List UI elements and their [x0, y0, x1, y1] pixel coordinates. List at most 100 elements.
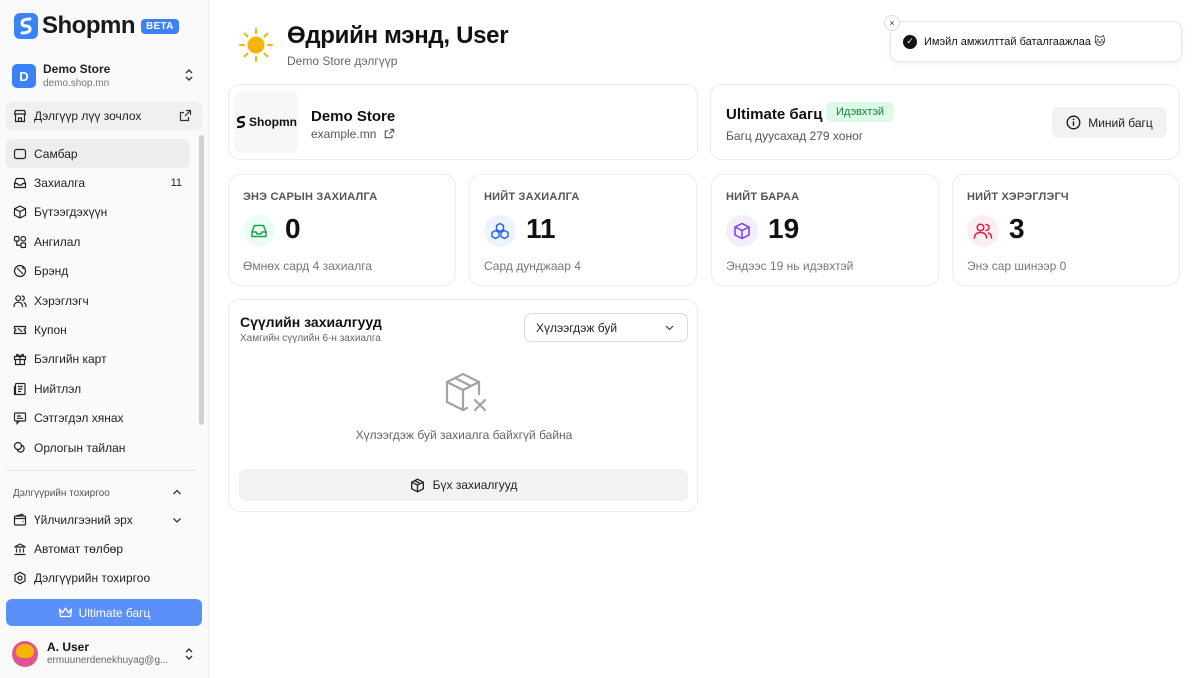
- sidebar-item-label: Хэрэглэгч: [34, 293, 89, 308]
- sidebar-item-label: Бэлгийн карт: [34, 352, 107, 367]
- store-url-text: example.mn: [311, 127, 377, 141]
- chevron-updown-icon: [185, 69, 193, 81]
- sidebar-item[interactable]: Ангилал: [6, 227, 190, 256]
- store-switcher-domain: demo.shop.mn: [43, 77, 110, 89]
- settings-item[interactable]: Автомат төлбөр: [6, 534, 190, 563]
- sidebar-item[interactable]: Бүтээгдэхүүн: [6, 198, 190, 227]
- stat-label: ЭНЭ САРЫН ЗАХИАЛГА: [243, 191, 378, 203]
- stat-card-total-products: НИЙТ БАРАА 19 Эндээс 19 нь идэвхтэй: [711, 174, 939, 286]
- sidebar-item-label: Купон: [34, 323, 67, 338]
- chevron-down-icon: [173, 517, 181, 523]
- store-logo-text: Shopmn: [249, 115, 297, 129]
- stat-icon-bg: [484, 215, 516, 247]
- sidebar-scrollbar[interactable]: [199, 135, 204, 425]
- inbox-icon: [251, 224, 267, 238]
- sidebar-item-label: Ангилал: [34, 234, 81, 249]
- settings-item[interactable]: Дэлгүүрийн тохиргоо: [6, 564, 190, 593]
- user-name: A. User: [47, 640, 90, 655]
- stat-value: 3: [1009, 213, 1025, 244]
- stat-foot: Энэ сар шинээр 0: [967, 259, 1067, 273]
- sidebar-item[interactable]: Хэрэглэгч: [6, 286, 190, 315]
- plan-subtitle: Багц дуусахад 279 хоног: [726, 129, 864, 143]
- store-avatar: D: [12, 64, 36, 88]
- ticket-icon: [13, 323, 27, 337]
- stat-icon-bg: [726, 215, 758, 247]
- sidebar-item[interactable]: Бэлгийн карт: [6, 345, 190, 374]
- brand-icon: [13, 264, 27, 278]
- main-nav: Самбар Захиалга 11 Бүтээгдэхүүн Ангилал Брэнд…: [6, 139, 190, 462]
- order-status-value: Хүлээгдэж буй: [536, 320, 618, 335]
- plan-card: Ultimate багц Идэвхтэй Багц дуусахад 279…: [710, 84, 1180, 160]
- package-x-icon: [445, 372, 487, 412]
- all-orders-label: Бүх захиалгууд: [432, 478, 518, 492]
- settings-section-title[interactable]: Дэлгүүрийн тохиргоо: [13, 488, 110, 499]
- users-icon: [973, 223, 993, 239]
- my-plan-label: Миний багц: [1088, 115, 1153, 130]
- stat-label: НИЙТ ЗАХИАЛГА: [484, 191, 580, 203]
- settings-item-label: Үйлчилгээний эрх: [34, 512, 133, 527]
- chevron-updown-icon: [185, 648, 193, 660]
- comment-icon: [13, 411, 27, 426]
- sidebar-item[interactable]: Орлогын тайлан: [6, 433, 190, 462]
- bank-icon: [13, 542, 27, 556]
- stat-label: НИЙТ БАРАА: [726, 191, 800, 203]
- boxes-icon: [491, 222, 509, 240]
- order-status-select[interactable]: Хүлээгдэж буй: [524, 313, 688, 342]
- sidebar-item-label: Захиалга: [34, 176, 86, 191]
- sidebar-item[interactable]: Купон: [6, 315, 190, 344]
- sidebar-item[interactable]: Сэтгэгдэл хянах: [6, 404, 190, 433]
- plan-title: Ultimate багц: [726, 106, 823, 123]
- stat-value: 11: [526, 213, 556, 244]
- category-icon: [13, 235, 27, 249]
- sidebar-divider: [6, 470, 196, 471]
- logo-icon: [14, 13, 38, 39]
- store-logo: Shopmn: [234, 91, 298, 153]
- toast-close-button[interactable]: ×: [884, 15, 900, 31]
- store-switcher[interactable]: D Demo Store demo.shop.mn: [12, 62, 196, 90]
- user-menu[interactable]: A. User ermuunerdenekhuyag@g...: [12, 638, 200, 670]
- sidebar-item-label: Брэнд: [34, 264, 69, 279]
- visit-store-button[interactable]: Дэлгүүр лүү зочлох: [6, 102, 202, 130]
- sidebar-item[interactable]: Брэнд: [6, 257, 190, 286]
- sidebar-item[interactable]: Самбар: [6, 139, 190, 169]
- avatar: [12, 641, 38, 667]
- sidebar-item[interactable]: Захиалга 11: [6, 168, 190, 197]
- upgrade-button[interactable]: Ultimate багц: [6, 599, 202, 626]
- box-icon: [13, 205, 27, 220]
- stat-value: 19: [768, 213, 800, 244]
- store-card-url[interactable]: example.mn: [311, 127, 395, 141]
- settings-item-label: Автомат төлбөр: [34, 542, 124, 557]
- logo-icon: [236, 115, 246, 129]
- sidebar-item-label: Орлогын тайлан: [34, 440, 126, 455]
- stat-foot: Өмнөх сард 4 захиалга: [243, 259, 372, 273]
- my-plan-button[interactable]: Миний багц: [1052, 107, 1167, 138]
- store-icon: [13, 109, 27, 123]
- sidebar-item-label: Сэтгэгдэл хянах: [34, 411, 124, 426]
- chevron-down-icon: [665, 325, 674, 331]
- stat-label: НИЙТ ХЭРЭГЛЭГЧ: [967, 191, 1069, 203]
- settings-item[interactable]: Үйлчилгээний эрх: [6, 505, 190, 534]
- nav-count-badge: 11: [170, 177, 182, 190]
- stat-icon-bg: [243, 215, 275, 247]
- logo[interactable]: Shopmn BETA: [13, 10, 179, 42]
- store-card: Shopmn Demo Store example.mn: [228, 84, 698, 160]
- chevron-up-icon[interactable]: [172, 487, 182, 497]
- stat-card-month-orders: ЭНЭ САРЫН ЗАХИАЛГА 0 Өмнөх сард 4 захиал…: [228, 174, 456, 286]
- settings-item-label: Дэлгүүрийн тохиргоо: [34, 571, 151, 586]
- sidebar: Shopmn BETA D Demo Store demo.shop.mn Дэ…: [0, 0, 209, 678]
- user-email: ermuunerdenekhuyag@g...: [47, 655, 169, 667]
- recent-orders-subtitle: Хамгийн сүүлийн 6-н захиалга: [240, 333, 381, 344]
- external-link-icon: [179, 109, 192, 122]
- all-orders-button[interactable]: Бүх захиалгууд: [239, 469, 688, 501]
- sidebar-item-label: Нийтлэл: [34, 381, 82, 396]
- sidebar-item[interactable]: Нийтлэл: [6, 374, 190, 403]
- sun-icon: [239, 28, 273, 62]
- sidebar-item-label: Бүтээгдэхүүн: [34, 205, 108, 220]
- recent-orders-card: Сүүлийн захиалгууд Хамгийн сүүлийн 6-н з…: [228, 299, 698, 512]
- status-badge: Идэвхтэй: [826, 102, 895, 122]
- empty-state-text: Хүлээгдэж буй захиалга байхгүй байна: [355, 428, 573, 442]
- box-icon: [410, 478, 424, 492]
- article-icon: [13, 382, 27, 396]
- users-icon: [13, 294, 27, 308]
- recent-orders-title: Сүүлийн захиалгууд: [240, 314, 382, 330]
